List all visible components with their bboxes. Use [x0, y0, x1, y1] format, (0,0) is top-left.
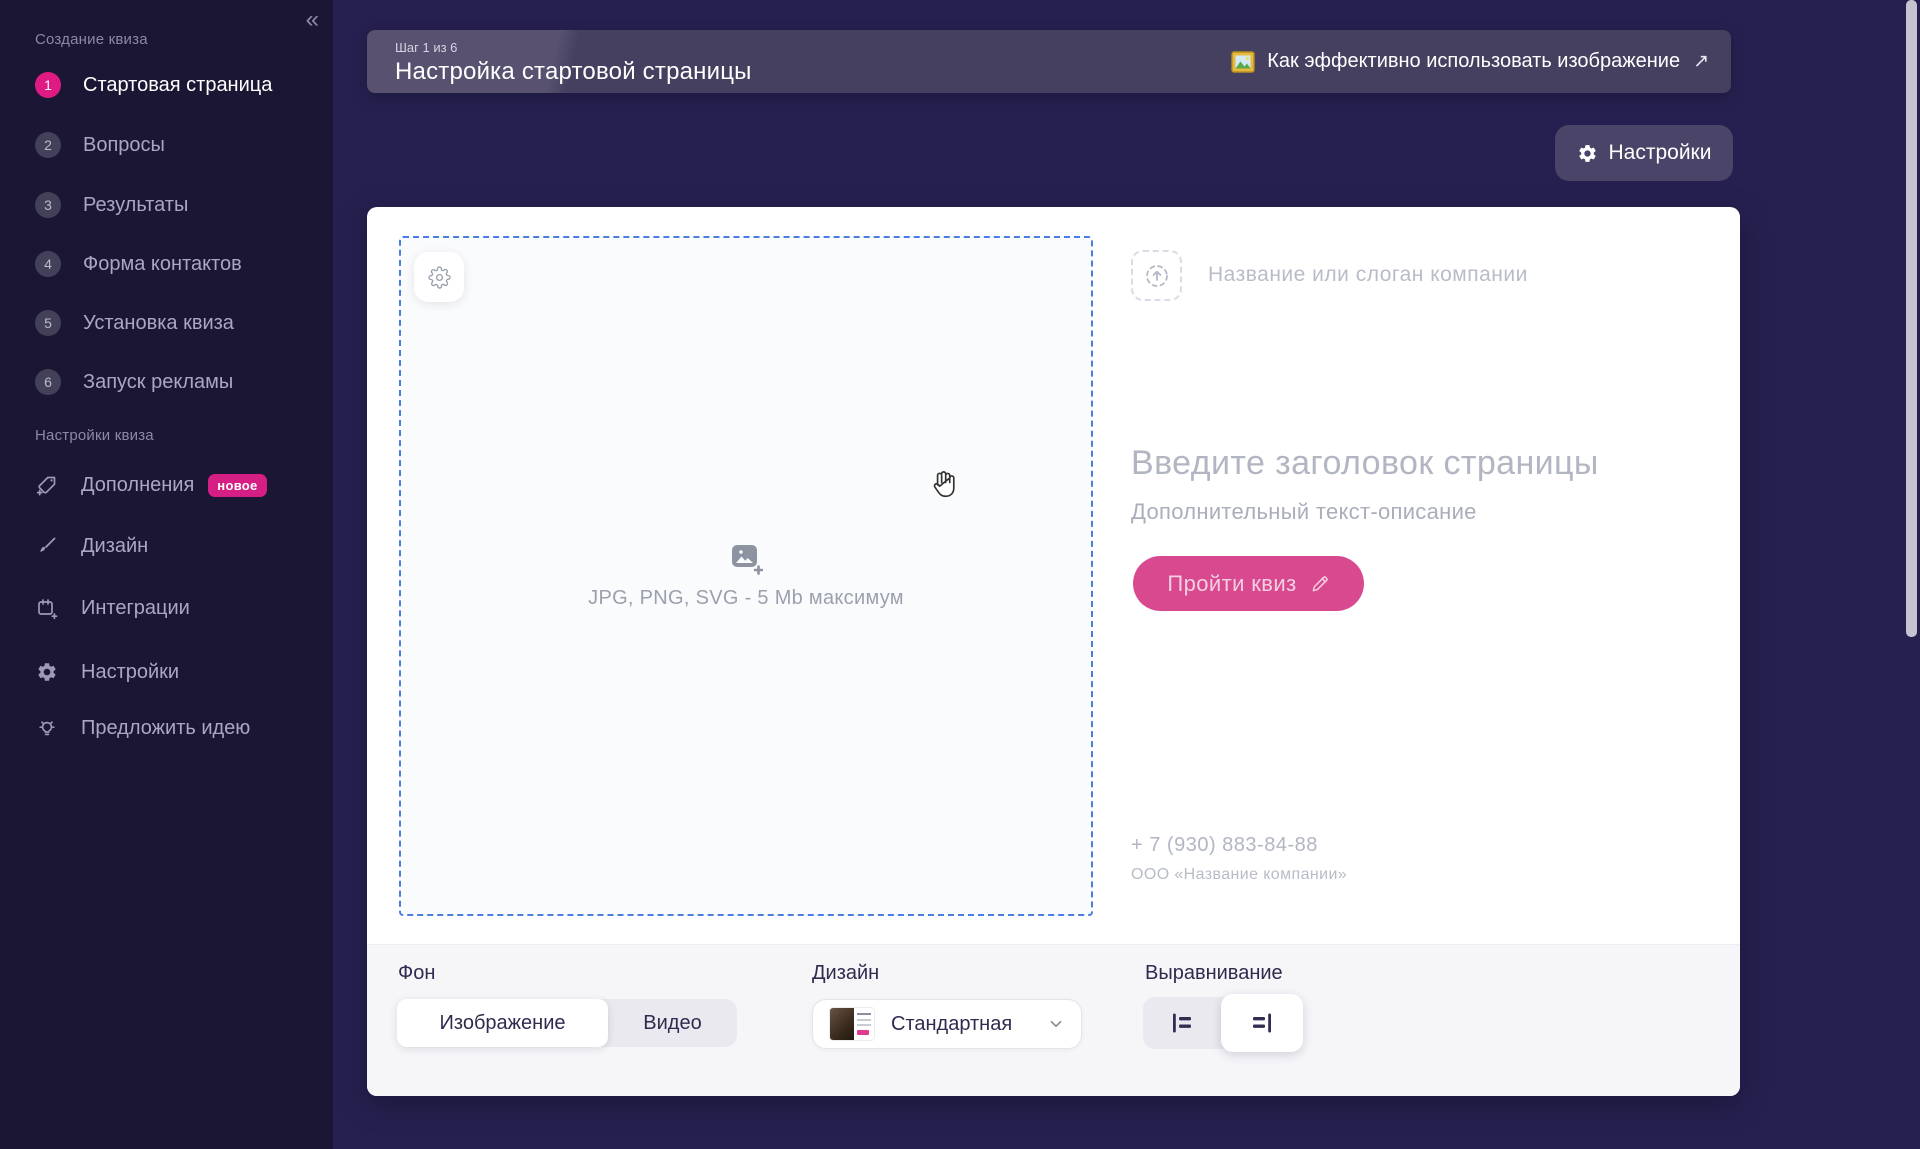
page-title: Настройка стартовой страницы — [395, 58, 752, 85]
step-number-badge: 3 — [35, 192, 61, 218]
company-legal-placeholder[interactable]: ООО «Название компании» — [1131, 866, 1347, 884]
help-link-label: Как эффективно использовать изображение — [1267, 50, 1681, 72]
start-quiz-button-label: Пройти квиз — [1167, 570, 1297, 596]
align-left-icon — [1173, 1013, 1192, 1033]
sidebar-item-label: Дизайн — [81, 534, 149, 557]
align-right-icon — [1253, 1013, 1272, 1033]
sidebar-item-label: Интеграции — [81, 596, 190, 619]
sidebar-item-label: Дополнения — [81, 473, 195, 496]
step-number-badge: 2 — [35, 132, 61, 158]
framed-picture-emoji — [1230, 49, 1256, 75]
pencil-icon — [1310, 574, 1330, 594]
sidebar-item-settings[interactable]: Настройки — [35, 657, 179, 687]
background-type-toggle: Изображение Видео — [397, 999, 737, 1047]
sidebar-item-integrations[interactable]: Интеграции — [35, 593, 190, 623]
integrations-icon — [35, 596, 59, 620]
hand-cursor-icon — [926, 464, 962, 507]
design-label: Дизайн — [812, 962, 880, 984]
align-left-button[interactable] — [1143, 997, 1221, 1049]
phone-placeholder[interactable]: + 7 (930) 883-84-88 — [1131, 834, 1318, 857]
sidebar-item-label: Результаты — [83, 193, 189, 216]
sidebar-item-contact-form[interactable]: 4 Форма контактов — [35, 249, 242, 279]
step-number-badge: 5 — [35, 310, 61, 336]
background-option-image[interactable]: Изображение — [397, 999, 608, 1047]
step-header-bar: Шаг 1 из 6 Настройка стартовой страницы … — [367, 30, 1731, 93]
sidebar-item-label: Настройки — [81, 660, 180, 683]
background-label: Фон — [398, 962, 436, 984]
sidebar-item-start-page[interactable]: 1 Стартовая страница — [35, 70, 272, 100]
quiz-settings-button[interactable]: Настройки — [1555, 125, 1733, 181]
gear-icon — [427, 265, 451, 289]
lightbulb-icon — [35, 716, 59, 740]
page-heading-placeholder[interactable]: Введите заголовок страницы — [1131, 444, 1599, 483]
sidebar-section-title-create: Создание квиза — [35, 31, 148, 48]
sidebar-item-label: Предложить идею — [81, 716, 251, 739]
sidebar-item-label: Вопросы — [83, 133, 165, 156]
gear-icon — [1577, 143, 1598, 164]
alignment-toggle — [1143, 994, 1303, 1052]
company-logo-upload[interactable] — [1131, 250, 1182, 301]
sidebar-item-label: Запуск рекламы — [83, 370, 234, 393]
sidebar-item-suggest-idea[interactable]: Предложить идею — [35, 713, 250, 743]
align-right-button[interactable] — [1221, 994, 1303, 1052]
add-image-icon — [729, 543, 763, 575]
design-preview-thumbnail — [829, 1007, 875, 1041]
gear-icon — [35, 660, 59, 684]
brush-icon — [35, 534, 59, 558]
sidebar-collapse-icon[interactable]: « — [306, 6, 319, 34]
editor-footer-controls: Фон Изображение Видео Дизайн Стандартная — [367, 944, 1740, 1096]
sidebar-item-addons[interactable]: Дополнения новое — [35, 470, 267, 500]
step-number-badge: 4 — [35, 251, 61, 277]
sidebar-item-design[interactable]: Дизайн — [35, 531, 148, 561]
design-select-value: Стандартная — [891, 1012, 1013, 1035]
start-quiz-button[interactable]: Пройти квиз — [1133, 556, 1364, 611]
settings-button-label: Настройки — [1608, 141, 1712, 164]
upload-hint-text: JPG, PNG, SVG - 5 Mb максимум — [588, 586, 904, 609]
external-arrow-icon: ↗ — [1693, 51, 1709, 72]
sidebar-item-quiz-install[interactable]: 5 Установка квиза — [35, 308, 234, 338]
sidebar-section-title-settings: Настройки квиза — [35, 427, 154, 444]
company-name-placeholder[interactable]: Название или слоган компании — [1208, 263, 1528, 287]
alignment-label: Выравнивание — [1145, 962, 1283, 984]
sidebar-item-ad-launch[interactable]: 6 Запуск рекламы — [35, 367, 233, 397]
tag-plus-icon — [35, 473, 59, 497]
sidebar-item-label: Установка квиза — [83, 311, 234, 334]
page-scrollbar[interactable] — [1906, 0, 1917, 637]
image-settings-button[interactable] — [414, 252, 464, 302]
background-image-dropzone[interactable]: JPG, PNG, SVG - 5 Mb максимум — [399, 236, 1093, 916]
chevron-down-icon — [1047, 1015, 1065, 1033]
sidebar: « Создание квиза 1 Стартовая страница 2 … — [0, 0, 333, 1149]
page-description-placeholder[interactable]: Дополнительный текст-описание — [1131, 499, 1477, 525]
sidebar-item-results[interactable]: 3 Результаты — [35, 190, 188, 220]
step-indicator: Шаг 1 из 6 — [395, 40, 458, 55]
upload-arrow-icon — [1141, 260, 1173, 292]
design-select[interactable]: Стандартная — [812, 999, 1082, 1049]
new-badge: новое — [208, 473, 267, 497]
background-option-video[interactable]: Видео — [608, 999, 737, 1047]
sidebar-item-label: Форма контактов — [83, 252, 242, 275]
help-link[interactable]: Как эффективно использовать изображение … — [1230, 30, 1709, 93]
start-page-editor-card: JPG, PNG, SVG - 5 Mb максимум Название и… — [367, 207, 1740, 1096]
sidebar-item-label: Стартовая страница — [83, 73, 273, 96]
step-number-badge: 1 — [35, 72, 61, 98]
step-number-badge: 6 — [35, 369, 61, 395]
sidebar-item-questions[interactable]: 2 Вопросы — [35, 130, 165, 160]
